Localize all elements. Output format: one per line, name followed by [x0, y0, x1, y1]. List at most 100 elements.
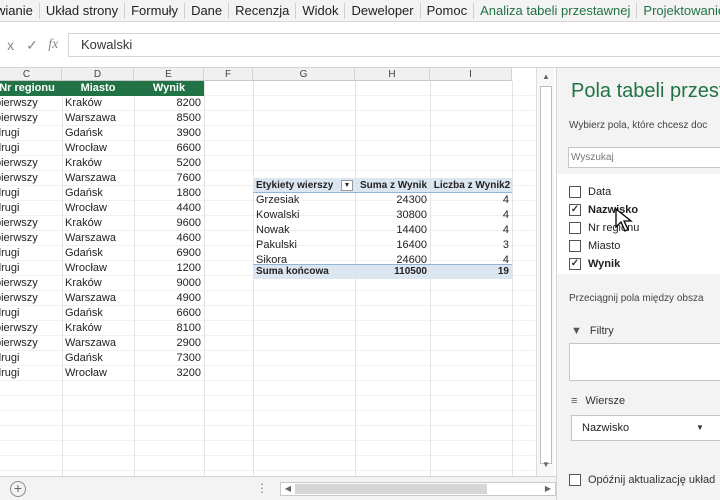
table-cell[interactable]: drugi — [0, 366, 62, 381]
table-cell[interactable]: 3900 — [134, 126, 204, 141]
pivot-row-cell[interactable]: Pakulski — [253, 238, 355, 253]
column-header-e[interactable]: E — [134, 68, 204, 81]
tab-pomoc[interactable]: Pomoc — [421, 2, 475, 19]
pivot-row-cell[interactable]: 4 — [430, 208, 512, 223]
table-cell[interactable]: Wrocław — [62, 366, 134, 381]
table-cell[interactable]: Warszawa — [62, 336, 134, 351]
field-wynik[interactable]: ✓ Wynik — [569, 256, 620, 272]
tab-wyswietlanie[interactable]: wianie — [0, 2, 40, 19]
vertical-scroll-thumb[interactable] — [540, 86, 552, 464]
table-cell[interactable]: 8100 — [134, 321, 204, 336]
table-cell[interactable]: 6600 — [134, 141, 204, 156]
vertical-scrollbar[interactable]: ▲ ▼ — [536, 68, 554, 476]
column-header-f[interactable]: F — [204, 68, 253, 81]
pivot-header-cell[interactable]: Liczba z Wynik2 — [430, 178, 512, 193]
table-cell[interactable]: 9600 — [134, 216, 204, 231]
table-cell[interactable]: Gdańsk — [62, 306, 134, 321]
source-header-cell[interactable]: Nr regionu — [0, 81, 62, 96]
table-cell[interactable]: Kraków — [62, 216, 134, 231]
table-cell[interactable]: 5200 — [134, 156, 204, 171]
table-cell[interactable]: 4600 — [134, 231, 204, 246]
table-cell[interactable]: pierwszy — [0, 111, 62, 126]
worksheet-grid[interactable]: CDEFGHINr regionuMiastoWynikpierwszyKrak… — [0, 68, 535, 476]
column-header-d[interactable]: D — [62, 68, 134, 81]
pivot-row-cell[interactable]: Nowak — [253, 223, 355, 238]
table-cell[interactable]: pierwszy — [0, 96, 62, 111]
table-cell[interactable]: pierwszy — [0, 231, 62, 246]
pivot-row-cell[interactable]: 3 — [430, 238, 512, 253]
scroll-right-icon[interactable]: ▶ — [542, 483, 554, 495]
defer-update[interactable]: Opóźnij aktualizację układ — [569, 474, 715, 486]
table-cell[interactable]: 4400 — [134, 201, 204, 216]
checkbox-nazwisko[interactable]: ✓ — [569, 204, 581, 216]
table-cell[interactable]: Wrocław — [62, 141, 134, 156]
pivot-row-cell[interactable]: 24300 — [355, 193, 430, 208]
table-cell[interactable]: drugi — [0, 261, 62, 276]
pivot-row-cell[interactable]: 30800 — [355, 208, 430, 223]
table-cell[interactable]: 4900 — [134, 291, 204, 306]
table-cell[interactable]: pierwszy — [0, 171, 62, 186]
formula-input[interactable]: Kowalski — [68, 33, 720, 57]
table-cell[interactable]: 6600 — [134, 306, 204, 321]
table-cell[interactable]: pierwszy — [0, 321, 62, 336]
column-header-i[interactable]: I — [430, 68, 512, 81]
tab-recenzja[interactable]: Recenzja — [229, 2, 297, 19]
pivot-row-cell[interactable]: 4 — [430, 193, 512, 208]
pivot-row-cell[interactable]: 14400 — [355, 223, 430, 238]
filters-drop-area[interactable] — [569, 343, 720, 381]
table-cell[interactable]: 6900 — [134, 246, 204, 261]
table-cell[interactable]: Wrocław — [62, 261, 134, 276]
field-search-input[interactable]: Wyszukaj — [568, 147, 720, 168]
chevron-down-icon[interactable]: ▼ — [696, 416, 704, 440]
pivot-header-cell[interactable]: Etykiety wierszy — [253, 178, 355, 193]
table-cell[interactable]: drugi — [0, 246, 62, 261]
table-cell[interactable]: Gdańsk — [62, 246, 134, 261]
checkbox-defer-update[interactable] — [569, 474, 581, 486]
table-cell[interactable]: Wrocław — [62, 201, 134, 216]
table-cell[interactable]: Kraków — [62, 276, 134, 291]
table-cell[interactable]: 2900 — [134, 336, 204, 351]
column-header-c[interactable]: C — [0, 68, 62, 81]
table-cell[interactable]: drugi — [0, 351, 62, 366]
table-cell[interactable]: Gdańsk — [62, 351, 134, 366]
field-data[interactable]: Data — [569, 184, 611, 200]
checkbox-data[interactable] — [569, 186, 581, 198]
tab-formuly[interactable]: Formuły — [125, 2, 186, 19]
table-cell[interactable]: pierwszy — [0, 216, 62, 231]
table-cell[interactable]: drugi — [0, 201, 62, 216]
cancel-icon[interactable]: x — [0, 37, 21, 53]
tab-projektowanie[interactable]: Projektowanie — [637, 3, 720, 19]
table-cell[interactable]: Warszawa — [62, 231, 134, 246]
horizontal-scrollbar[interactable]: ◀ ▶ — [280, 482, 556, 496]
more-options-icon[interactable]: ⋮ — [256, 481, 268, 495]
table-cell[interactable]: 1800 — [134, 186, 204, 201]
table-cell[interactable]: 3200 — [134, 366, 204, 381]
table-cell[interactable]: Warszawa — [62, 171, 134, 186]
pivot-row-cell[interactable]: 4 — [430, 223, 512, 238]
source-header-cell[interactable]: Miasto — [62, 81, 134, 96]
pivot-row-cell[interactable]: Grzesiak — [253, 193, 355, 208]
table-cell[interactable]: 8500 — [134, 111, 204, 126]
tab-widok[interactable]: Widok — [296, 2, 346, 19]
enter-icon[interactable]: ✓ — [21, 37, 42, 54]
tab-dane[interactable]: Dane — [185, 2, 230, 19]
field-miasto[interactable]: Miasto — [569, 238, 620, 254]
table-cell[interactable]: 7300 — [134, 351, 204, 366]
checkbox-wynik[interactable]: ✓ — [569, 258, 581, 270]
pivot-header-cell[interactable]: Suma z Wynik — [355, 178, 430, 193]
insert-function-icon[interactable]: fx — [43, 37, 64, 53]
scroll-down-icon[interactable]: ▼ — [539, 458, 553, 472]
column-header-g[interactable]: G — [253, 68, 355, 81]
table-cell[interactable]: Warszawa — [62, 291, 134, 306]
table-cell[interactable]: 9000 — [134, 276, 204, 291]
table-cell[interactable]: Kraków — [62, 321, 134, 336]
horizontal-scroll-thumb[interactable] — [295, 484, 487, 494]
tab-analiza-tabeli[interactable]: Analiza tabeli przestawnej — [474, 2, 638, 19]
table-cell[interactable]: Warszawa — [62, 111, 134, 126]
table-cell[interactable]: 1200 — [134, 261, 204, 276]
table-cell[interactable]: 8200 — [134, 96, 204, 111]
table-cell[interactable]: drugi — [0, 141, 62, 156]
column-header-h[interactable]: H — [355, 68, 430, 81]
table-cell[interactable]: Kraków — [62, 156, 134, 171]
checkbox-nr-regionu[interactable] — [569, 222, 581, 234]
